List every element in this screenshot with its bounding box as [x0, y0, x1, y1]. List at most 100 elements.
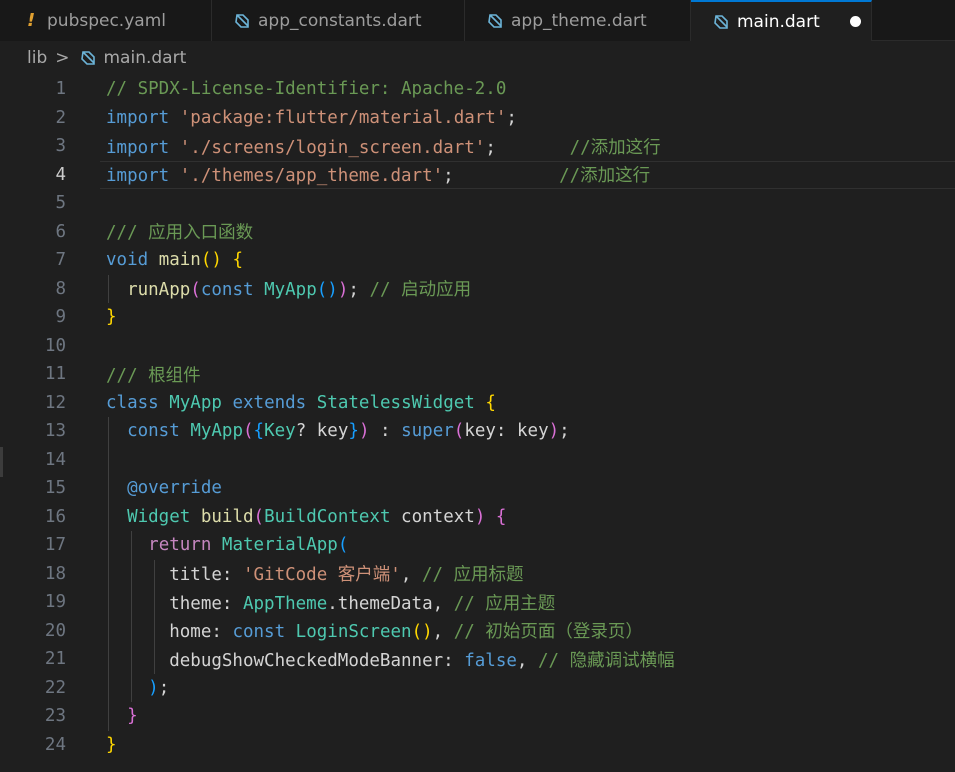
code-line[interactable]: 12 class MyApp extends StatelessWidget {	[0, 389, 955, 418]
code-token: :	[369, 421, 402, 442]
code-text: debugShowCheckedModeBanner: false, // 隐藏…	[106, 647, 674, 672]
breadcrumb-file[interactable]: main.dart	[104, 48, 187, 68]
code-token: ,	[400, 565, 422, 586]
code-text: }	[106, 307, 117, 327]
code-token: //添加这行	[569, 137, 661, 158]
code-text: return MaterialApp(	[106, 535, 348, 555]
line-number: 7	[55, 250, 66, 271]
code-token: MyApp	[264, 280, 317, 301]
code-text: home: const LoginScreen(), // 初始页面（登录页）	[106, 618, 643, 643]
code-line[interactable]: 8 runApp(const MyApp()); // 启动应用	[0, 275, 955, 304]
code-text: import 'package:flutter/material.dart';	[106, 108, 517, 128]
code-line[interactable]: 20 home: const LoginScreen(), // 初始页面（登录…	[0, 617, 955, 646]
code-token: const	[200, 280, 254, 301]
code-line[interactable]: 16 Widget build(BuildContext context) {	[0, 503, 955, 532]
code-text: title: 'GitCode 客户端', // 应用标题	[106, 561, 523, 586]
tab-app-constants-dart[interactable]: app_constants.dart	[212, 0, 465, 41]
dart-icon	[713, 14, 729, 30]
tab-main-dart[interactable]: main.dart	[691, 0, 872, 41]
code-line[interactable]: 22 );	[0, 674, 955, 703]
code-token: .themeData,	[327, 593, 454, 614]
code-line[interactable]: 1 // SPDX-License-Identifier: Apache-2.0	[0, 75, 955, 104]
code-token: (	[337, 535, 349, 556]
code-token: ;	[348, 280, 370, 301]
code-token: Key	[264, 421, 296, 442]
code-text: @override	[106, 478, 222, 498]
code-token: // 应用主题	[453, 593, 556, 614]
code-token: ()	[200, 250, 222, 271]
code-line[interactable]: 11 /// 根组件	[0, 360, 955, 389]
code-token: (	[243, 421, 254, 442]
line-number: 14	[44, 449, 66, 470]
code-line[interactable]: 2 import 'package:flutter/material.dart';	[0, 104, 955, 133]
code-line[interactable]: 5	[0, 189, 955, 218]
indent-guide	[108, 417, 109, 731]
code-line[interactable]: 9}	[0, 303, 955, 332]
code-token: // 初始页面（登录页）	[453, 622, 643, 643]
indent-guide	[108, 274, 109, 303]
code-line[interactable]: 23 }	[0, 702, 955, 731]
code-line[interactable]: 3 import './screens/login_screen.dart'; /…	[0, 132, 955, 161]
tab-label: app_constants.dart	[258, 10, 422, 31]
code-line[interactable]: 21 debugShowCheckedModeBanner: false, //…	[0, 645, 955, 674]
code-line[interactable]: 6 /// 应用入口函数	[0, 218, 955, 247]
code-token: ()	[411, 622, 433, 643]
code-token: }	[106, 734, 117, 755]
code-line[interactable]: 18 title: 'GitCode 客户端', // 应用标题	[0, 560, 955, 589]
code-line[interactable]: 24}	[0, 731, 955, 760]
code-token: ,	[432, 622, 454, 643]
line-number: 17	[44, 535, 66, 556]
code-line[interactable]: 19 theme: AppTheme.themeData, // 应用主题	[0, 588, 955, 617]
code-token: super	[401, 421, 454, 442]
code-token: )	[358, 421, 370, 442]
code-token: MaterialApp	[221, 535, 338, 556]
dart-icon	[487, 13, 503, 29]
code-line[interactable]: 15 @override	[0, 474, 955, 503]
code-line[interactable]: 10	[0, 332, 955, 361]
code-token: debugShowCheckedModeBanner:	[106, 650, 465, 671]
line-number: 1	[55, 79, 66, 100]
tab-pubspec-yaml[interactable]: ! pubspec.yaml	[0, 0, 212, 41]
breadcrumb-folder[interactable]: lib	[27, 48, 47, 68]
code-token: }	[106, 307, 117, 328]
dart-icon	[80, 50, 96, 66]
line-number: 19	[44, 592, 66, 613]
line-number: 9	[55, 307, 66, 328]
code-text: import './screens/login_screen.dart'; //…	[106, 134, 661, 159]
breadcrumb: lib > main.dart	[0, 41, 955, 75]
line-number: 10	[44, 335, 66, 356]
code-text: Widget build(BuildContext context) {	[106, 507, 506, 527]
line-number: 2	[55, 107, 66, 128]
code-line[interactable]: 13 const MyApp({Key? key}) : super(key: …	[0, 417, 955, 446]
code-token: )	[337, 280, 349, 301]
line-number: 3	[55, 136, 66, 157]
code-token: void	[106, 250, 149, 271]
code-text: theme: AppTheme.themeData, // 应用主题	[106, 590, 555, 615]
code-token: MyApp	[169, 392, 222, 413]
code-token: const	[232, 622, 286, 643]
tab-app-theme-dart[interactable]: app_theme.dart	[465, 0, 691, 41]
code-line[interactable]: 7 void main() {	[0, 246, 955, 275]
code-token: const	[127, 421, 180, 442]
code-token: main	[158, 250, 201, 271]
code-token: {	[495, 506, 507, 527]
code-token: ;	[506, 107, 517, 128]
line-number: 5	[55, 193, 66, 214]
code-line[interactable]: 17 return MaterialApp(	[0, 531, 955, 560]
code-editor[interactable]: 1 // SPDX-License-Identifier: Apache-2.0 2…	[0, 75, 955, 772]
code-line[interactable]: 4 import './themes/app_theme.dart'; //添加这…	[0, 161, 955, 190]
code-line[interactable]: 14	[0, 446, 955, 475]
unsaved-dot-icon[interactable]	[849, 16, 861, 27]
